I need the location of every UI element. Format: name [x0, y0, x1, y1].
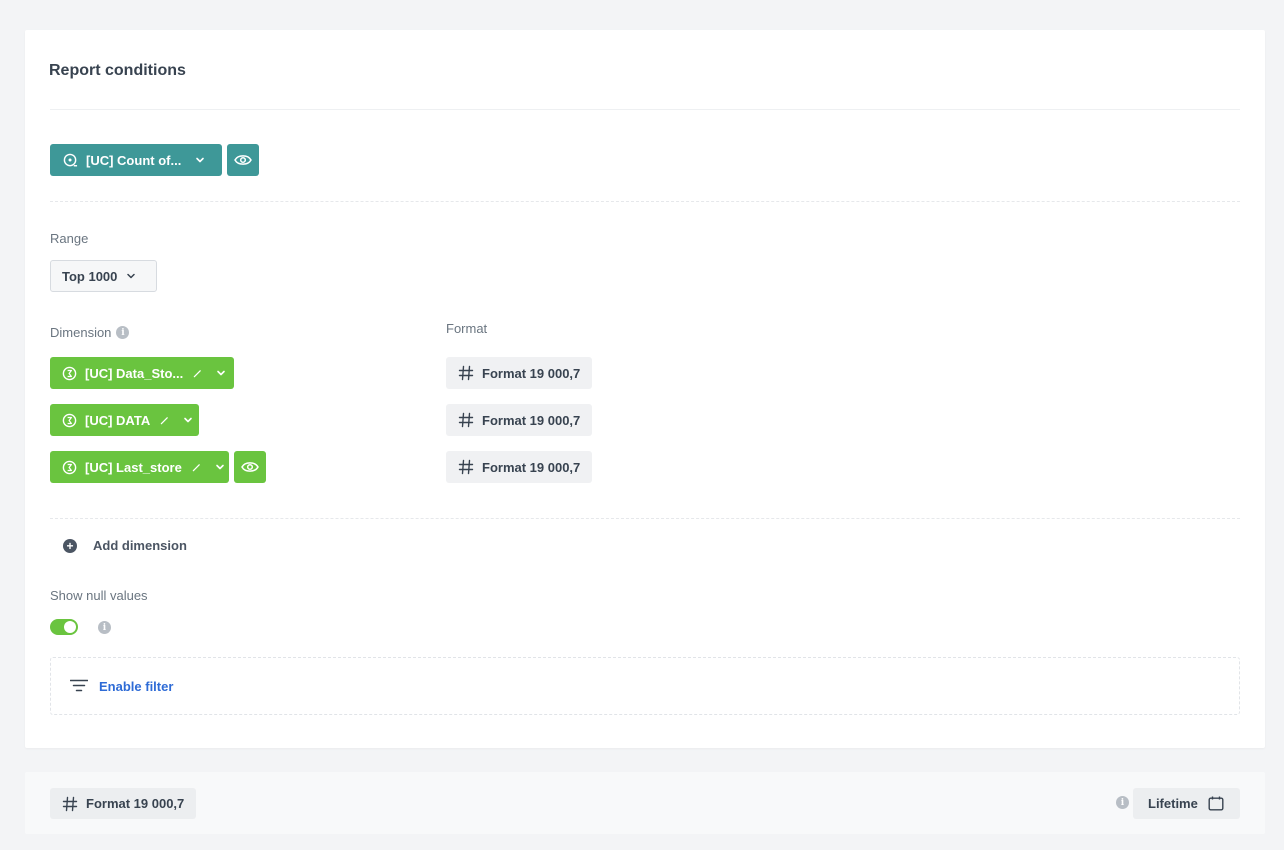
- footer-bar: Format 19 000,7 i Lifetime: [25, 772, 1265, 834]
- title-divider: [50, 109, 1240, 110]
- dimension-label-row: Dimension i: [50, 325, 130, 340]
- dimension-chip-label: [UC] DATA: [85, 412, 151, 428]
- period-picker[interactable]: Lifetime: [1133, 788, 1240, 819]
- null-values-toggle[interactable]: [50, 619, 78, 635]
- hash-icon: [458, 459, 474, 475]
- dimension-chip-label: [UC] Data_Sto...: [85, 365, 184, 381]
- footer-format-button[interactable]: Format 19 000,7: [50, 788, 197, 819]
- format-value: Format 19 000,7: [482, 459, 581, 475]
- hash-icon: [458, 365, 474, 381]
- edit-icon[interactable]: [192, 463, 201, 472]
- dimension-icon: [62, 459, 77, 475]
- section-divider: [50, 518, 1240, 519]
- eye-icon: [241, 461, 259, 473]
- metric-chip-label: [UC] Count of...: [86, 152, 182, 168]
- toggle-knob: [64, 621, 76, 633]
- dimension-chip[interactable]: [UC] Last_store: [50, 451, 229, 483]
- add-dimension-label: Add dimension: [93, 538, 187, 553]
- info-icon[interactable]: i: [98, 621, 111, 634]
- format-value: Format 19 000,7: [482, 412, 581, 428]
- metric-icon: [62, 152, 78, 168]
- info-icon[interactable]: i: [116, 326, 130, 339]
- chevron-down-icon[interactable]: [215, 462, 225, 472]
- chevron-down-icon: [126, 271, 136, 281]
- dimension-format-button[interactable]: Format 19 000,7: [446, 451, 593, 483]
- footer-format-value: Format 19 000,7: [86, 796, 185, 811]
- info-icon[interactable]: i: [1116, 796, 1129, 809]
- format-label: Format: [446, 321, 488, 336]
- chevron-down-icon[interactable]: [195, 155, 205, 165]
- eye-icon: [234, 154, 252, 166]
- section-divider: [50, 201, 1240, 202]
- dimension-format-button[interactable]: Format 19 000,7: [446, 404, 593, 436]
- dimension-label: Dimension: [50, 325, 112, 340]
- edit-icon[interactable]: [160, 416, 169, 425]
- hash-icon: [458, 412, 474, 428]
- add-dimension-button[interactable]: + Add dimension: [63, 538, 187, 553]
- calendar-icon: [1208, 796, 1224, 811]
- edit-icon[interactable]: [193, 369, 202, 378]
- metric-visibility-button[interactable]: [227, 144, 259, 176]
- hash-icon: [62, 796, 78, 812]
- card-title: Report conditions: [49, 62, 186, 79]
- filter-icon: [69, 679, 89, 698]
- report-conditions-card: Report conditions [UC] Count of... Range…: [25, 30, 1265, 748]
- dimension-chip[interactable]: [UC] Data_Sto...: [50, 357, 234, 389]
- dimension-icon: [62, 365, 77, 381]
- chevron-down-icon[interactable]: [183, 415, 193, 425]
- chevron-down-icon[interactable]: [216, 368, 226, 378]
- dimension-format-button[interactable]: Format 19 000,7: [446, 357, 593, 389]
- enable-filter-link[interactable]: Enable filter: [99, 679, 173, 694]
- range-value: Top 1000: [62, 268, 118, 284]
- metric-chip[interactable]: [UC] Count of...: [50, 144, 222, 176]
- format-value: Format 19 000,7: [482, 365, 581, 381]
- plus-circle-icon: +: [63, 538, 77, 553]
- range-select[interactable]: Top 1000: [50, 260, 157, 292]
- period-value: Lifetime: [1148, 796, 1198, 811]
- null-values-label: Show null values: [50, 588, 148, 603]
- dimension-chip-label: [UC] Last_store: [85, 459, 182, 475]
- dimension-icon: [62, 412, 77, 428]
- dimension-chip[interactable]: [UC] DATA: [50, 404, 199, 436]
- filter-box: Enable filter: [50, 657, 1240, 715]
- dimension-visibility-button[interactable]: [234, 451, 266, 483]
- range-label: Range: [50, 231, 89, 246]
